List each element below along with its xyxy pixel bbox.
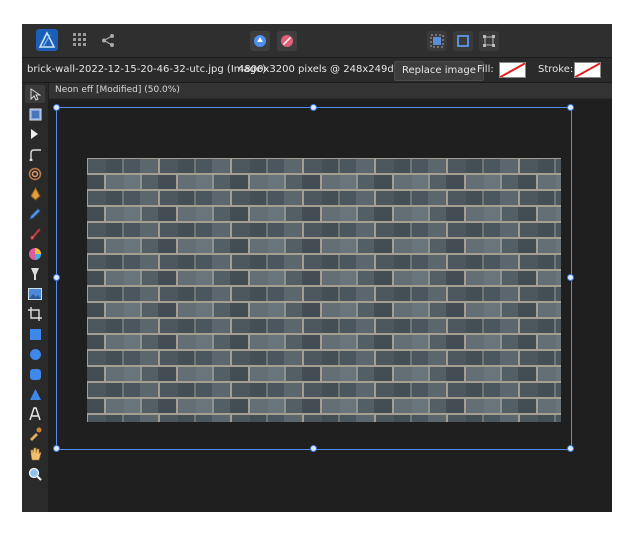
snap-icon[interactable] <box>427 31 447 51</box>
resize-handle-top[interactable] <box>310 104 317 111</box>
image-tool-icon[interactable] <box>25 285 45 303</box>
app-logo-icon[interactable] <box>36 29 58 51</box>
crop-tool-icon[interactable] <box>25 305 45 323</box>
replace-image-button[interactable]: Replace image <box>394 61 484 81</box>
resize-handle-top-left[interactable] <box>53 104 60 111</box>
resize-handle-bottom[interactable] <box>310 445 317 452</box>
triangle-tool-icon[interactable] <box>25 385 45 403</box>
resize-handle-left[interactable] <box>53 274 60 281</box>
text-tool-icon[interactable] <box>25 405 45 423</box>
transform-icon[interactable] <box>479 31 499 51</box>
align-icon[interactable] <box>453 31 473 51</box>
selection-box <box>56 107 572 450</box>
grid-icon[interactable] <box>71 31 89 49</box>
resize-handle-top-right[interactable] <box>567 104 574 111</box>
context-toolbar: brick-wall-2022-12-15-20-46-32-utc.jpg (… <box>22 58 612 83</box>
rectangle-tool-icon[interactable] <box>25 325 45 343</box>
image-filename: brick-wall-2022-12-15-20-46-32-utc.jpg (… <box>27 64 267 75</box>
move-tool-icon[interactable] <box>25 85 45 103</box>
rounded-rect-tool-icon[interactable] <box>25 365 45 383</box>
zoom-tool-icon[interactable] <box>25 465 45 483</box>
canvas-area[interactable] <box>49 99 612 512</box>
pencil-tool-icon[interactable] <box>25 205 45 223</box>
persona-publisher-icon[interactable] <box>250 31 270 51</box>
share-icon[interactable] <box>99 31 117 49</box>
stroke-label: Stroke: <box>538 64 574 75</box>
document-tab[interactable]: Neon eff [Modified] (50.0%) <box>49 83 612 98</box>
fill-tool-icon[interactable] <box>25 245 45 263</box>
resize-handle-right[interactable] <box>567 274 574 281</box>
fill-swatch[interactable] <box>499 62 526 78</box>
tools-panel <box>22 83 49 512</box>
resize-handle-bottom-right[interactable] <box>567 445 574 452</box>
color-picker-icon[interactable] <box>25 425 45 443</box>
ellipse-tool-icon[interactable] <box>25 345 45 363</box>
artboard-tool-icon[interactable] <box>25 105 45 123</box>
corner-tool-icon[interactable] <box>25 145 45 163</box>
persona-designer-icon[interactable] <box>277 31 297 51</box>
transparency-tool-icon[interactable] <box>25 265 45 283</box>
image-dimensions-label: 4800x3200 pixels @ 248x249dpi <box>238 64 403 75</box>
top-toolbar <box>22 24 612 58</box>
app-window: brick-wall-2022-12-15-20-46-32-utc.jpg (… <box>22 24 612 512</box>
pen-tool-icon[interactable] <box>25 185 45 203</box>
spiral-tool-icon[interactable] <box>25 165 45 183</box>
brush-tool-icon[interactable] <box>25 225 45 243</box>
stroke-swatch[interactable] <box>574 62 601 78</box>
hand-tool-icon[interactable] <box>25 445 45 463</box>
node-tool-icon[interactable] <box>25 125 45 143</box>
image-dimensions-dropdown[interactable]: 4800x3200 pixels @ 248x249dpi ▼ <box>238 64 415 75</box>
resize-handle-bottom-left[interactable] <box>53 445 60 452</box>
fill-label: Fill: <box>477 64 494 75</box>
